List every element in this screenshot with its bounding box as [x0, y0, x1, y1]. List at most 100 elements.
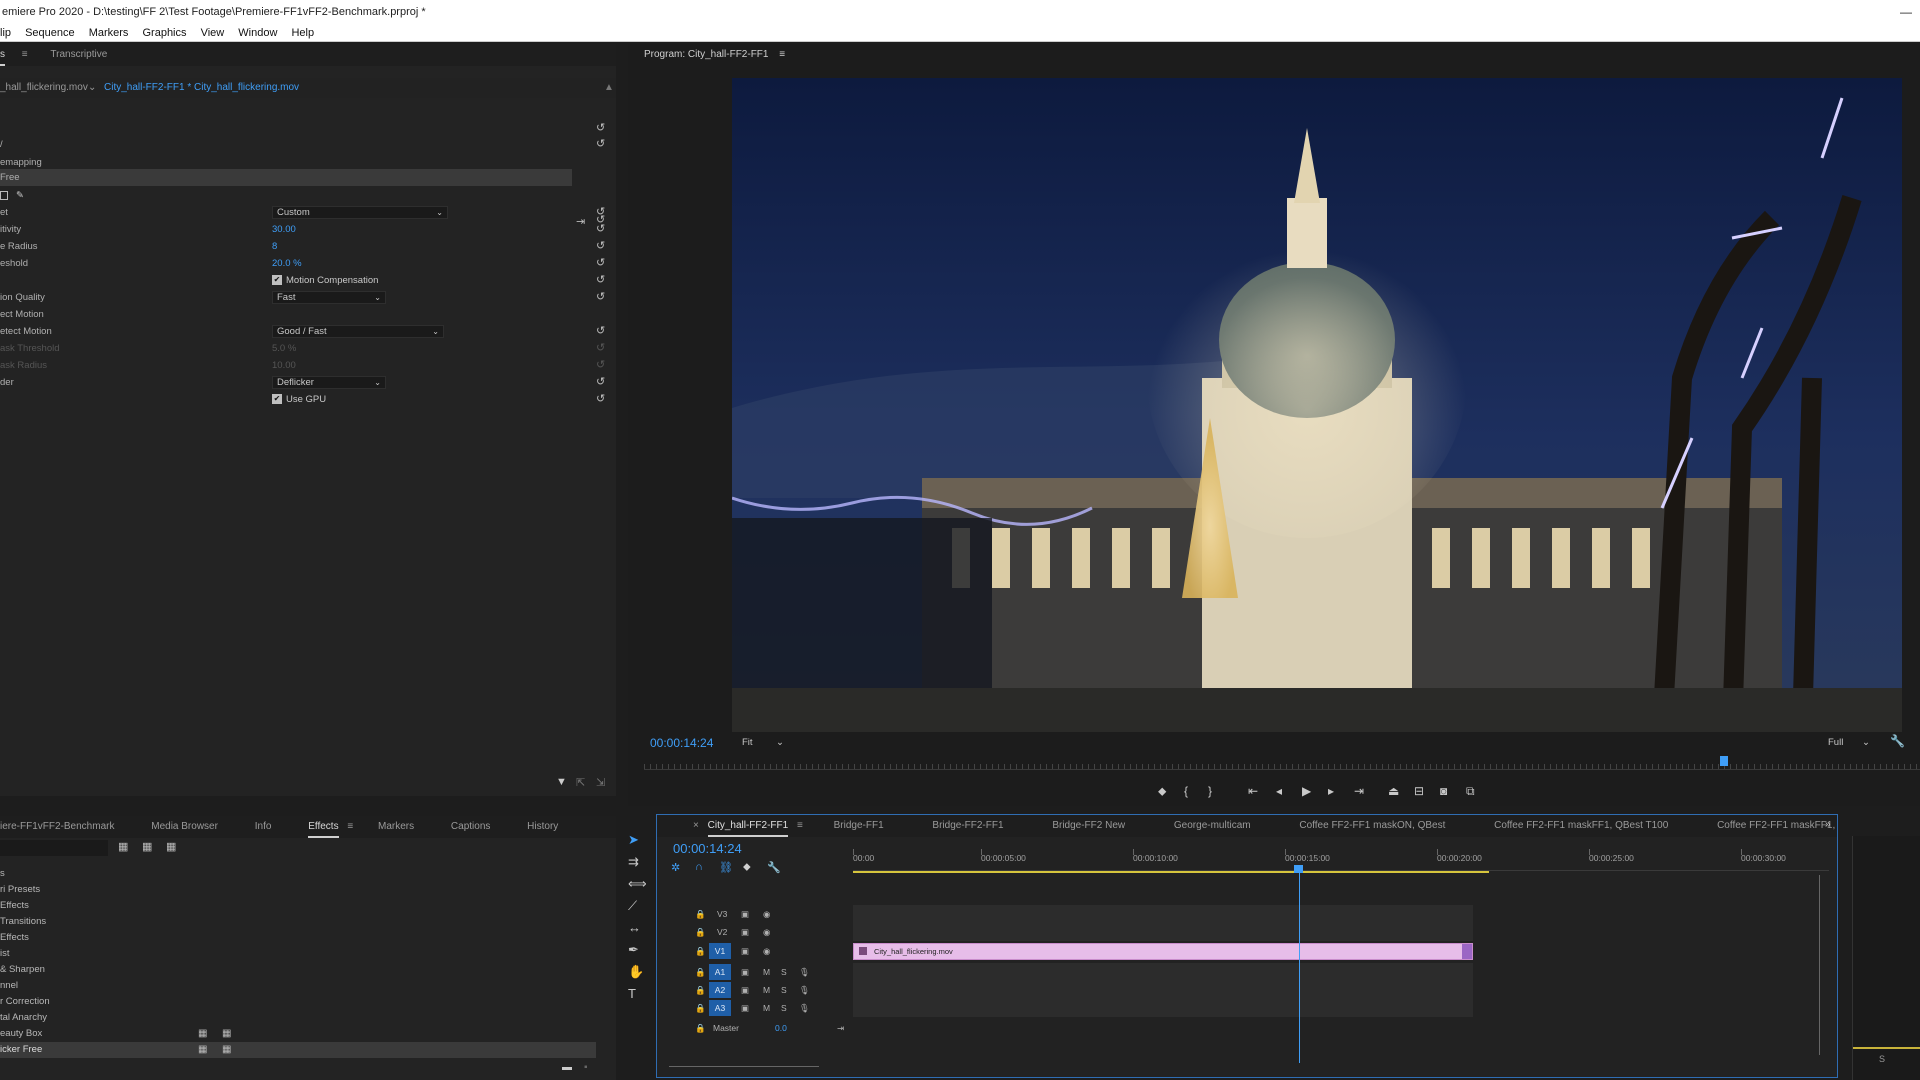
tree-item[interactable]: s — [0, 866, 596, 882]
reset-icon[interactable]: ↺ — [596, 289, 605, 306]
minimize-button[interactable]: — — [1900, 0, 1912, 24]
effect-header-flicker-free[interactable]: Free — [0, 169, 572, 186]
panel-menu-icon[interactable]: ≡ — [779, 49, 785, 60]
mute-button[interactable]: M — [763, 963, 770, 981]
mic-icon[interactable]: 🎙 — [799, 999, 810, 1017]
vertical-scrollbar[interactable] — [1819, 875, 1825, 1055]
lock-icon[interactable]: 🔒 — [695, 942, 706, 960]
reset-icon[interactable]: ↺ — [596, 238, 605, 255]
time-ruler[interactable]: 00:00 00:00:05:00 00:00:10:00 00:00:15:0… — [853, 849, 1829, 871]
go-to-out-icon[interactable]: ⇥ — [1354, 784, 1364, 798]
timeline-playhead[interactable] — [1294, 865, 1303, 873]
reset-icon[interactable]: ↺ — [596, 136, 605, 153]
more-tabs-icon[interactable]: » — [1825, 819, 1831, 830]
add-marker-icon[interactable]: ⬥ — [743, 861, 751, 874]
tab-effect-controls[interactable]: s — [0, 46, 5, 66]
ripple-edit-tool-icon[interactable]: ⟺ — [628, 876, 647, 892]
reset-icon[interactable]: ↺ — [596, 391, 605, 408]
mark-in-icon[interactable]: { — [1184, 784, 1188, 798]
work-area-bar[interactable] — [853, 871, 1489, 873]
lock-icon[interactable]: 🔒 — [695, 999, 706, 1017]
play-icon[interactable]: ▶ — [1302, 784, 1311, 798]
track-lane-a2[interactable] — [853, 981, 1473, 999]
tree-item[interactable]: Transitions — [0, 914, 596, 930]
threshold-value[interactable]: 20.0 % — [272, 255, 302, 272]
video-frame[interactable] — [732, 78, 1902, 732]
tree-item[interactable]: ist — [0, 946, 596, 962]
solo-button[interactable]: S — [781, 999, 787, 1017]
menu-clip[interactable]: lip — [0, 24, 11, 42]
pen-mask-icon[interactable]: ✎ — [16, 187, 24, 204]
reset-icon[interactable]: ↺ — [596, 120, 605, 137]
tab-sequence[interactable]: Coffee FF2-FF1 maskFF1, QBest T100 — [1494, 815, 1668, 837]
tree-item[interactable]: Effects — [0, 898, 596, 914]
menu-help[interactable]: Help — [291, 24, 314, 42]
tab-sequence[interactable]: Coffee FF2-FF1 maskON, QBest — [1299, 815, 1445, 837]
lock-icon[interactable]: 🔒 — [695, 905, 706, 923]
detect-motion-dropdown[interactable]: Good / Fast ⌄ — [272, 325, 444, 338]
reset-icon[interactable]: ↺ — [596, 323, 605, 340]
export-icon[interactable]: ⇱ — [576, 776, 585, 789]
panel-menu-icon[interactable]: ≡ — [797, 815, 803, 837]
tab-transcriptive[interactable]: Transcriptive — [50, 44, 107, 66]
hand-tool-icon[interactable]: ✋ — [628, 964, 644, 980]
tab-sequence[interactable]: Bridge-FF2-FF1 — [932, 815, 1003, 837]
lift-icon[interactable]: ⏏ — [1388, 784, 1399, 798]
sync-lock-icon[interactable]: ▣ — [741, 942, 749, 960]
lock-icon[interactable]: 🔒 — [695, 1019, 706, 1037]
tab-effects[interactable]: Effects — [308, 818, 339, 838]
scroll-up-icon[interactable]: ▲ — [604, 78, 614, 98]
track-lane-a3[interactable] — [853, 999, 1473, 1017]
clip-end-handle[interactable] — [1462, 944, 1472, 959]
tree-item[interactable]: r Correction — [0, 994, 596, 1010]
menu-markers[interactable]: Markers — [89, 24, 129, 42]
tab-project[interactable]: iere-FF1vFF2-Benchmark — [0, 816, 114, 838]
eye-icon[interactable]: ◉ — [763, 905, 770, 923]
tab-media-browser[interactable]: Media Browser — [151, 816, 218, 838]
eye-icon[interactable]: ◉ — [763, 923, 770, 941]
go-to-in-icon[interactable]: ⇤ — [1248, 784, 1258, 798]
share-icon[interactable]: ⇲ — [596, 776, 605, 789]
tree-item-beauty-box[interactable]: eauty Box ▦ ▦ — [0, 1026, 596, 1042]
resolution-dropdown[interactable]: Full ⌄ — [1824, 736, 1874, 750]
reset-icon[interactable]: ↺ — [596, 374, 605, 391]
tab-sequence[interactable]: Bridge-FF1 — [834, 815, 884, 837]
menu-sequence[interactable]: Sequence — [25, 24, 75, 42]
snap-icon[interactable]: ∩ — [695, 861, 703, 873]
tab-sequence[interactable]: Coffee FF2-FF1 maskFF1, QMed T100 — [1717, 815, 1837, 837]
program-playhead[interactable] — [1720, 756, 1728, 766]
camera-icon[interactable]: ◙ — [1440, 784, 1447, 798]
lock-icon[interactable]: 🔒 — [695, 923, 706, 941]
menu-window[interactable]: Window — [238, 24, 277, 42]
sync-lock-icon[interactable]: ▣ — [741, 963, 749, 981]
accelerated-effects-icon[interactable]: ▦ — [118, 840, 128, 853]
reset-icon[interactable]: ↺ — [596, 204, 605, 221]
tab-sequence[interactable]: George-multicam — [1174, 815, 1251, 837]
solo-label[interactable]: S — [1879, 1054, 1885, 1064]
tab-history[interactable]: History — [527, 816, 558, 838]
mic-icon[interactable]: 🎙 — [799, 963, 810, 981]
chevron-down-icon[interactable]: ⌄ — [88, 78, 96, 98]
horizontal-zoom-scrollbar[interactable] — [669, 1061, 819, 1067]
yuv-effects-icon[interactable]: ▦ — [166, 840, 176, 853]
mark-out-icon[interactable]: } — [1208, 784, 1212, 798]
tab-city-hall[interactable]: City_hall-FF2-FF1 — [707, 817, 789, 837]
lock-icon[interactable]: 🔒 — [695, 963, 706, 981]
nest-icon[interactable]: ✲ — [671, 861, 680, 874]
reset-icon[interactable]: ↺ — [596, 272, 605, 289]
tree-item[interactable]: ri Presets — [0, 882, 596, 898]
step-back-icon[interactable]: ◂ — [1276, 784, 1282, 798]
tab-markers[interactable]: Markers — [378, 816, 414, 838]
tab-captions[interactable]: Captions — [451, 816, 490, 838]
compare-icon[interactable]: ⧉ — [1466, 784, 1475, 799]
eye-icon[interactable]: ◉ — [763, 942, 770, 960]
slip-tool-icon[interactable]: ↔ — [628, 920, 641, 935]
tab-info[interactable]: Info — [255, 816, 272, 838]
video-clip[interactable]: City_hall_flickering.mov — [853, 943, 1473, 960]
mic-icon[interactable]: 🎙 — [799, 981, 810, 999]
reset-icon[interactable]: ↺ — [596, 221, 605, 238]
wrench-icon[interactable]: 🔧 — [1890, 734, 1905, 748]
effects-search-input[interactable] — [0, 840, 108, 856]
master-volume-value[interactable]: 0.0 — [775, 1019, 787, 1037]
sync-lock-icon[interactable]: ▣ — [741, 981, 749, 999]
